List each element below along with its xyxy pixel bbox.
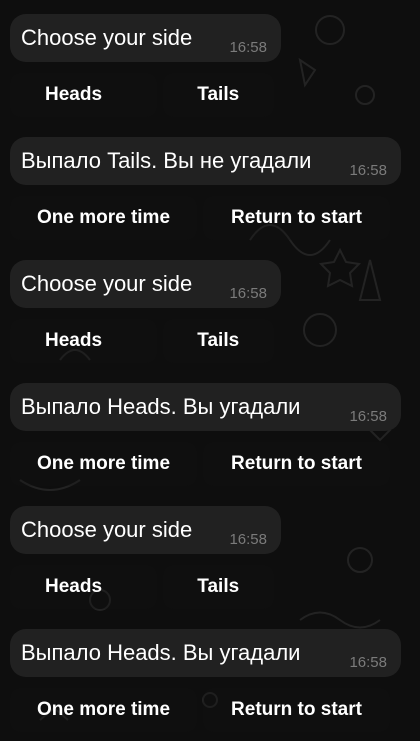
message-bubble: Choose your side 16:58 xyxy=(10,14,281,62)
inline-keyboard: One more time Return to start xyxy=(10,196,390,240)
message-time: 16:58 xyxy=(229,39,267,56)
inline-keyboard: One more time Return to start xyxy=(10,442,390,486)
message-text: Выпало Heads. Вы угадали xyxy=(21,394,301,419)
message-time: 16:58 xyxy=(349,654,387,671)
one-more-time-button[interactable]: One more time xyxy=(10,688,197,732)
inline-keyboard: One more time Return to start xyxy=(10,688,390,732)
message-bubble: Выпало Heads. Вы угадали 16:58 xyxy=(10,629,401,677)
message-time: 16:58 xyxy=(229,531,267,548)
tails-button[interactable]: Tails xyxy=(162,319,274,363)
inline-keyboard: Heads Tails xyxy=(10,565,274,609)
message-text: Выпало Tails. Вы не угадали xyxy=(21,148,312,173)
message-text: Choose your side xyxy=(21,25,193,50)
message-bubble: Выпало Heads. Вы угадали 16:58 xyxy=(10,383,401,431)
message-time: 16:58 xyxy=(349,408,387,425)
tails-button[interactable]: Tails xyxy=(162,73,274,117)
message-time: 16:58 xyxy=(349,162,387,179)
return-to-start-button[interactable]: Return to start xyxy=(203,688,390,732)
inline-keyboard: Heads Tails xyxy=(10,73,274,117)
message-bubble: Выпало Tails. Вы не угадали 16:58 xyxy=(10,137,401,185)
return-to-start-button[interactable]: Return to start xyxy=(203,442,390,486)
heads-button[interactable]: Heads xyxy=(10,73,157,117)
inline-keyboard: Heads Tails xyxy=(10,319,274,363)
message-text: Выпало Heads. Вы угадали xyxy=(21,640,301,665)
message-text: Choose your side xyxy=(21,271,193,296)
message-bubble: Choose your side 16:58 xyxy=(10,506,281,554)
one-more-time-button[interactable]: One more time xyxy=(10,196,197,240)
heads-button[interactable]: Heads xyxy=(10,319,157,363)
message-text: Choose your side xyxy=(21,517,193,542)
return-to-start-button[interactable]: Return to start xyxy=(203,196,390,240)
tails-button[interactable]: Tails xyxy=(162,565,274,609)
one-more-time-button[interactable]: One more time xyxy=(10,442,197,486)
heads-button[interactable]: Heads xyxy=(10,565,157,609)
message-time: 16:58 xyxy=(229,285,267,302)
message-bubble: Choose your side 16:58 xyxy=(10,260,281,308)
